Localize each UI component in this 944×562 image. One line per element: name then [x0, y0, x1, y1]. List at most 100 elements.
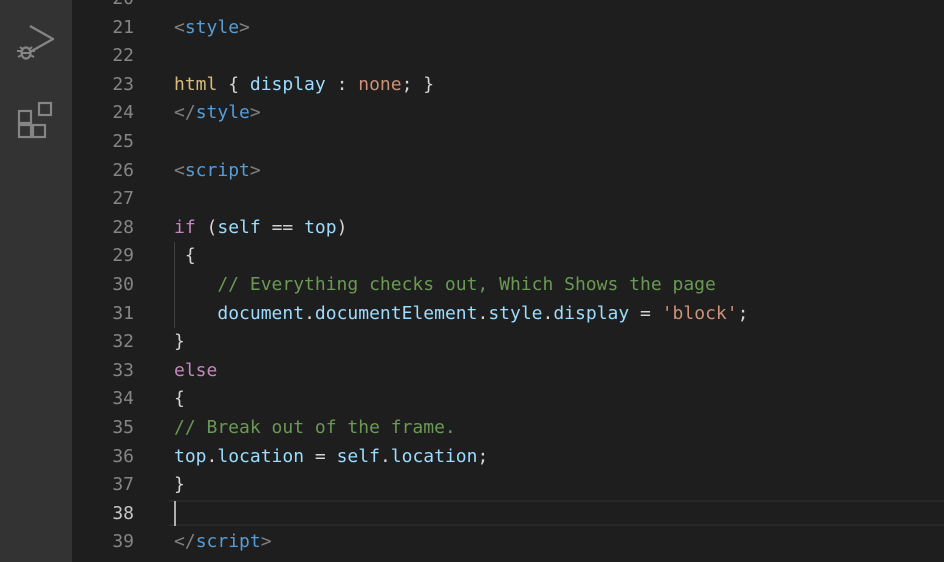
- code-token: ; }: [401, 73, 435, 95]
- code-token: ;: [477, 445, 489, 467]
- editor-lines: 2021<style>2223html { display : none; }2…: [72, 0, 944, 557]
- code-token: html: [174, 73, 218, 95]
- text-cursor: [174, 500, 176, 526]
- line-number: 39: [112, 531, 134, 553]
- code-token: .: [477, 302, 489, 324]
- line-number: 21: [112, 16, 134, 38]
- line-number: 24: [112, 102, 134, 124]
- code-token: }: [174, 331, 185, 353]
- code-line[interactable]: 32}: [72, 328, 944, 357]
- line-number: 28: [112, 216, 134, 238]
- code-token: }: [174, 474, 185, 496]
- code-token: document: [217, 302, 305, 324]
- code-line[interactable]: 28 if (self == top): [72, 214, 944, 243]
- code-token: ): [336, 216, 348, 238]
- line-number: 30: [112, 273, 134, 295]
- line-number: 33: [112, 359, 134, 381]
- code-token: =: [304, 445, 337, 467]
- code-token: {: [217, 73, 250, 95]
- code-line[interactable]: 36 top.location = self.location;: [72, 443, 944, 472]
- current-line-highlight: [169, 499, 944, 526]
- code-token: .: [206, 445, 218, 467]
- extensions-icon[interactable]: [14, 99, 58, 143]
- code-line[interactable]: 35 // Break out of the frame.: [72, 414, 944, 443]
- code-line[interactable]: 23 html { display : none; }: [72, 71, 944, 100]
- line-number: 29: [112, 245, 134, 267]
- code-token: none: [358, 73, 402, 95]
- code-token: else: [174, 359, 218, 381]
- code-token: </: [174, 102, 196, 124]
- code-token: >: [249, 159, 261, 181]
- line-number: 34: [112, 388, 134, 410]
- code-token: self: [336, 445, 380, 467]
- code-token: {: [174, 245, 196, 267]
- code-editor[interactable]: 2021<style>2223html { display : none; }2…: [72, 0, 944, 562]
- code-line[interactable]: 37}: [72, 471, 944, 500]
- code-token: ;: [737, 302, 749, 324]
- code-text: // Everything checks out, Which Shows th…: [174, 271, 716, 300]
- code-line[interactable]: 29 {: [72, 242, 944, 271]
- line-number: 38: [112, 502, 134, 524]
- code-token: {: [174, 388, 185, 410]
- line-number: 32: [112, 331, 134, 353]
- code-text: {: [174, 385, 185, 414]
- code-token: >: [249, 102, 261, 124]
- code-line[interactable]: 26 <script>: [72, 157, 944, 186]
- code-line[interactable]: 21 <style>: [72, 14, 944, 43]
- code-text: top.location = self.location;: [174, 443, 488, 472]
- code-token: top: [304, 216, 337, 238]
- code-token: documentElement: [314, 302, 478, 324]
- code-text: html { display : none; }: [174, 71, 434, 100]
- code-token: .: [304, 302, 315, 324]
- code-token: // Everything checks out, Which Shows th…: [174, 273, 716, 295]
- code-line[interactable]: 38: [72, 499, 944, 529]
- code-token: (: [195, 216, 218, 238]
- code-token: .: [542, 302, 554, 324]
- code-token: display: [249, 73, 326, 95]
- code-text: if (self == top): [174, 214, 347, 243]
- code-token: .: [379, 445, 391, 467]
- code-token: >: [260, 531, 272, 553]
- code-token: display: [553, 302, 630, 324]
- code-token: top: [174, 445, 207, 467]
- vscode-window: 2021<style>2223html { display : none; }2…: [0, 0, 944, 562]
- line-number: 20: [72, 0, 134, 14]
- code-line[interactable]: 20: [72, 0, 944, 14]
- line-number: 36: [112, 445, 134, 467]
- code-line[interactable]: 33 else: [72, 357, 944, 386]
- code-token: </: [174, 531, 196, 553]
- code-token: style: [184, 16, 240, 38]
- code-line[interactable]: 34 {: [72, 385, 944, 414]
- code-text: {: [174, 242, 196, 271]
- line-number: 22: [112, 45, 134, 67]
- code-text: document.documentElement.style.display =…: [174, 300, 748, 329]
- code-text: }: [174, 328, 185, 357]
- code-token: ==: [260, 216, 305, 238]
- code-token: self: [217, 216, 261, 238]
- code-text: <style>: [174, 14, 250, 43]
- code-line[interactable]: 30 // Everything checks out, Which Shows…: [72, 270, 944, 300]
- code-token: >: [239, 16, 250, 38]
- code-token: location: [390, 445, 478, 467]
- code-text: <script>: [174, 157, 261, 186]
- run-debug-icon[interactable]: [14, 20, 58, 64]
- code-text: else: [174, 357, 217, 386]
- code-text: }: [174, 471, 185, 500]
- code-token: script: [195, 531, 261, 553]
- line-number: 23: [112, 73, 134, 95]
- line-number: 26: [112, 159, 134, 181]
- code-line[interactable]: 31 document.documentElement.style.displa…: [72, 299, 944, 329]
- code-line[interactable]: 27: [72, 185, 944, 214]
- code-text: </style>: [174, 99, 261, 128]
- code-line[interactable]: 22: [72, 42, 944, 71]
- line-number: 31: [112, 302, 134, 324]
- code-token: 'block': [661, 302, 738, 324]
- code-token: style: [488, 302, 543, 324]
- code-line[interactable]: 24 </style>: [72, 99, 944, 128]
- code-text: // Break out of the frame.: [174, 414, 456, 443]
- line-number: 37: [112, 474, 134, 496]
- code-token: <: [174, 16, 185, 38]
- code-line[interactable]: 25: [72, 128, 944, 157]
- code-line[interactable]: 39 </script>: [72, 528, 944, 557]
